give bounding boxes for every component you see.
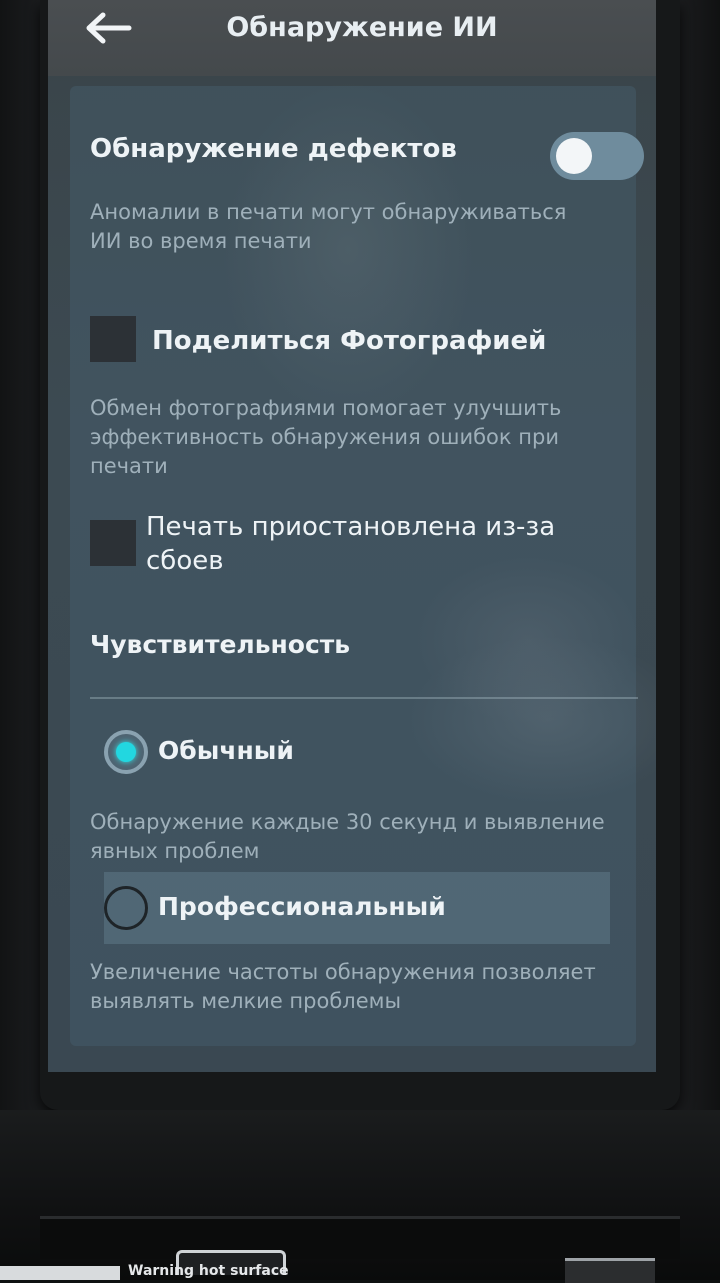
radio-normal[interactable] bbox=[104, 730, 148, 774]
professional-option-label: Профессиональный bbox=[158, 892, 446, 921]
top-bar: Обнаружение ИИ bbox=[48, 0, 656, 76]
radio-professional[interactable] bbox=[104, 886, 148, 930]
normal-option-label: Обычный bbox=[158, 736, 294, 765]
radio-selected-dot bbox=[116, 742, 136, 762]
toggle-knob bbox=[556, 138, 592, 174]
share-photo-checkbox[interactable] bbox=[90, 316, 136, 362]
touch-screen: Обнаружение ИИ Обнаружение дефектов Аном… bbox=[48, 0, 656, 1072]
left-label-strip bbox=[0, 1266, 120, 1280]
section-divider bbox=[90, 697, 638, 699]
page-title: Обнаружение ИИ bbox=[226, 12, 498, 43]
normal-option-description: Обнаружение каждые 30 секунд и выявление… bbox=[90, 810, 605, 863]
professional-option-description: Увеличение частоты обнаружения позволяет… bbox=[90, 960, 596, 1013]
printer-device: Обнаружение ИИ Обнаружение дефектов Аном… bbox=[0, 0, 720, 1283]
defect-detection-description: Аномалии в печати могут обнаруживаться И… bbox=[90, 200, 567, 253]
right-connector bbox=[565, 1258, 655, 1283]
pause-on-failure-label: Печать приостановлена из-за сбоев bbox=[146, 512, 556, 576]
defect-detection-label: Обнаружение дефектов bbox=[90, 134, 457, 164]
warning-hot-surface-text: Warning hot surface bbox=[128, 1263, 289, 1279]
share-photo-description: Обмен фотографиями помогает улучшить эфф… bbox=[90, 396, 562, 478]
sensitivity-heading: Чувствительность bbox=[90, 630, 351, 659]
device-slot bbox=[40, 1216, 680, 1259]
share-photo-label: Поделиться Фотографией bbox=[152, 326, 547, 356]
defect-detection-toggle[interactable] bbox=[550, 132, 644, 180]
pause-on-failure-checkbox[interactable] bbox=[90, 520, 136, 566]
